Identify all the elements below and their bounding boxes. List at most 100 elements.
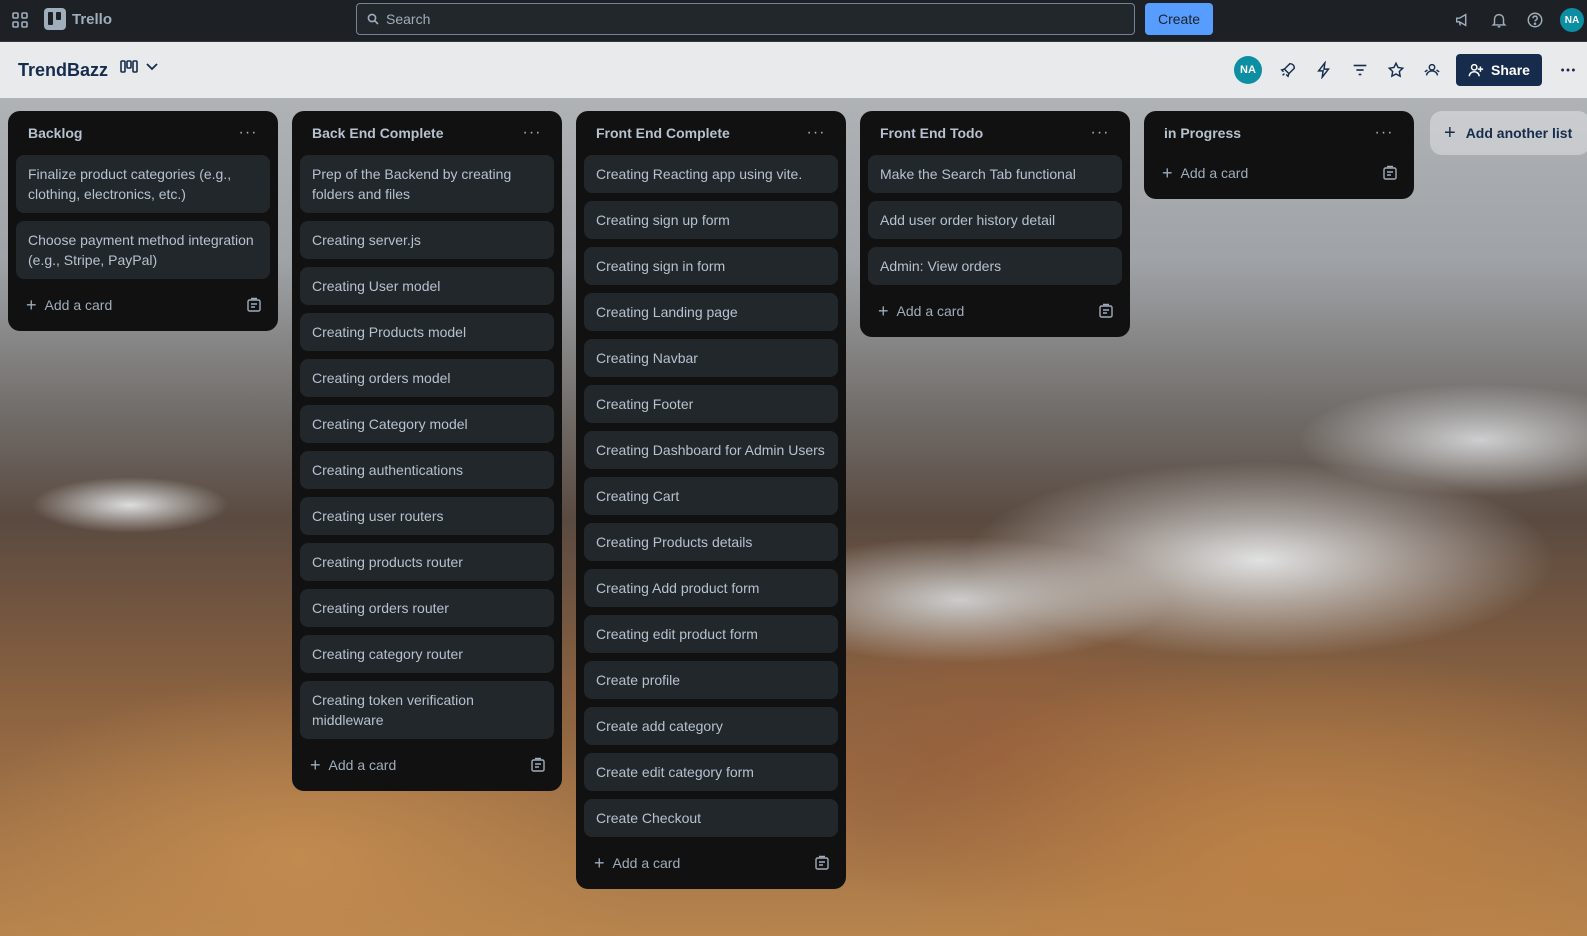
card[interactable]: Creating edit product form	[584, 615, 838, 653]
list-footer: + Add a card	[584, 845, 838, 881]
card[interactable]: Creating Products model	[300, 313, 554, 351]
card[interactable]: Creating Navbar	[584, 339, 838, 377]
card[interactable]: Creating authentications	[300, 451, 554, 489]
card[interactable]: Creating orders router	[300, 589, 554, 627]
card[interactable]: Creating Add product form	[584, 569, 838, 607]
add-person-icon	[1468, 63, 1484, 77]
plus-icon: +	[878, 301, 889, 321]
star-icon[interactable]	[1384, 58, 1408, 82]
search-input[interactable]	[386, 11, 1086, 27]
add-card-label: Add a card	[1180, 165, 1249, 181]
share-button[interactable]: Share	[1456, 54, 1542, 86]
board-view-icon	[120, 60, 138, 73]
list-backlog: Backlog ··· Finalize product categories …	[8, 111, 278, 331]
card[interactable]: Admin: View orders	[868, 247, 1122, 285]
board-view-switcher[interactable]	[120, 60, 158, 74]
app-name: Trello	[72, 10, 113, 28]
board-title[interactable]: TrendBazz	[18, 60, 108, 81]
card[interactable]: Choose payment method integration (e.g.,…	[16, 221, 270, 279]
filter-icon[interactable]	[1348, 58, 1372, 82]
list-more-icon[interactable]: ···	[518, 124, 546, 142]
list-header: in Progress ···	[1152, 111, 1406, 155]
list-footer: + Add a card	[300, 747, 554, 783]
more-icon[interactable]	[1556, 58, 1580, 82]
list-title[interactable]: Front End Complete	[596, 125, 730, 141]
help-icon[interactable]	[1524, 9, 1546, 31]
list-front-end-todo: Front End Todo ··· Make the Search Tab f…	[860, 111, 1130, 337]
card-template-icon[interactable]	[246, 297, 262, 313]
card[interactable]: Creating Cart	[584, 477, 838, 515]
card[interactable]: Prep of the Backend by creating folders …	[300, 155, 554, 213]
card[interactable]: Creating Category model	[300, 405, 554, 443]
card[interactable]: Create add category	[584, 707, 838, 745]
list-more-icon[interactable]: ···	[802, 124, 830, 142]
add-card-button[interactable]: + Add a card	[26, 296, 113, 314]
add-card-button[interactable]: + Add a card	[1162, 163, 1249, 183]
card[interactable]: Creating Products details	[584, 523, 838, 561]
list-more-icon[interactable]: ···	[234, 124, 262, 142]
list-title[interactable]: in Progress	[1164, 125, 1241, 141]
card[interactable]: Creating token verification middleware	[300, 681, 554, 739]
megaphone-icon[interactable]	[1452, 9, 1474, 31]
lightning-icon[interactable]	[1312, 58, 1336, 82]
card[interactable]: Create edit category form	[584, 753, 838, 791]
list-front-end-complete: Front End Complete ··· Creating Reacting…	[576, 111, 846, 889]
trello-logo-icon	[44, 8, 66, 30]
add-another-list-button[interactable]: + Add another list	[1430, 111, 1587, 155]
top-navigation-bar: Trello Create NA	[0, 0, 1587, 42]
add-card-button[interactable]: + Add a card	[310, 755, 396, 775]
card[interactable]: Creating Footer	[584, 385, 838, 423]
card[interactable]: Creating products router	[300, 543, 554, 581]
add-card-label: Add a card	[44, 297, 113, 313]
card[interactable]: Make the Search Tab functional	[868, 155, 1122, 193]
list-more-icon[interactable]: ···	[1086, 124, 1114, 142]
card[interactable]: Creating sign in form	[584, 247, 838, 285]
card[interactable]: Create Checkout	[584, 799, 838, 837]
card[interactable]: Creating Landing page	[584, 293, 838, 331]
list-header: Front End Complete ···	[584, 111, 838, 155]
add-card-label: Add a card	[896, 303, 965, 319]
chevron-down-icon	[146, 63, 158, 71]
card-template-icon[interactable]	[1382, 165, 1398, 181]
card[interactable]: Creating Reacting app using vite.	[584, 155, 838, 193]
search-box[interactable]	[356, 3, 1135, 35]
card[interactable]: Creating category router	[300, 635, 554, 673]
add-card-button[interactable]: + Add a card	[594, 853, 681, 873]
card[interactable]: Creating orders model	[300, 359, 554, 397]
plus-icon: +	[310, 755, 321, 775]
plus-icon: +	[1162, 163, 1173, 183]
list-title[interactable]: Back End Complete	[312, 125, 443, 141]
create-button[interactable]: Create	[1145, 3, 1213, 35]
card-template-icon[interactable]	[1098, 303, 1114, 319]
card-template-icon[interactable]	[814, 855, 830, 871]
card[interactable]: Finalize product categories (e.g., cloth…	[16, 155, 270, 213]
card[interactable]: Add user order history detail	[868, 201, 1122, 239]
board-header: TrendBazz NA Share	[0, 42, 1587, 98]
card-template-icon[interactable]	[530, 757, 546, 773]
card[interactable]: Creating User model	[300, 267, 554, 305]
plus-icon: +	[1444, 121, 1456, 144]
board-member-avatar[interactable]: NA	[1234, 56, 1262, 84]
list-header: Back End Complete ···	[300, 111, 554, 155]
add-list-label: Add another list	[1465, 125, 1573, 141]
card[interactable]: Creating sign up form	[584, 201, 838, 239]
share-button-label: Share	[1491, 62, 1530, 78]
apps-grid-icon[interactable]	[11, 11, 29, 29]
people-icon[interactable]	[1420, 58, 1444, 82]
rocket-icon[interactable]	[1276, 58, 1300, 82]
card[interactable]: Creating user routers	[300, 497, 554, 535]
list-footer: + Add a card	[868, 293, 1122, 329]
list-title[interactable]: Front End Todo	[880, 125, 983, 141]
list-header: Backlog ···	[16, 111, 270, 155]
add-card-button[interactable]: + Add a card	[878, 301, 965, 321]
card[interactable]: Creating Dashboard for Admin Users	[584, 431, 838, 469]
list-more-icon[interactable]: ···	[1370, 124, 1398, 142]
list-title[interactable]: Backlog	[28, 125, 82, 141]
trello-logo[interactable]: Trello	[44, 8, 112, 30]
add-card-label: Add a card	[612, 855, 681, 871]
card[interactable]: Create profile	[584, 661, 838, 699]
bell-icon[interactable]	[1488, 9, 1510, 31]
user-avatar[interactable]: NA	[1560, 8, 1584, 32]
plus-icon: +	[594, 853, 605, 873]
card[interactable]: Creating server.js	[300, 221, 554, 259]
